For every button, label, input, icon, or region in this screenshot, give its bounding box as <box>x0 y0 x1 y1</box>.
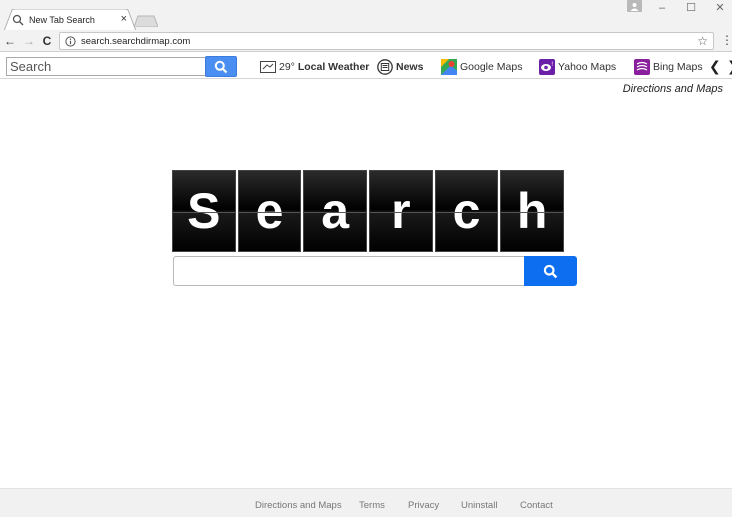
google-maps-icon <box>441 58 457 75</box>
search-logo: S e a r c h <box>172 170 565 252</box>
toolbar-google-maps[interactable]: Google Maps <box>441 57 522 76</box>
footer-link-contact[interactable]: Contact <box>520 500 553 511</box>
tab-title: New Tab Search <box>29 15 95 25</box>
logo-letter: e <box>255 183 284 239</box>
forward-button[interactable]: → <box>22 34 36 48</box>
reload-button[interactable]: C <box>40 34 54 48</box>
footer-link-directions[interactable]: Directions and Maps <box>255 500 342 511</box>
bing-maps-label: Bing Maps <box>653 60 703 73</box>
footer-link-uninstall[interactable]: Uninstall <box>461 500 497 511</box>
new-tab-button[interactable] <box>134 15 158 27</box>
news-icon <box>377 58 393 75</box>
weather-label: Local Weather <box>297 60 370 73</box>
logo-letter: a <box>321 183 350 239</box>
bing-maps-icon <box>634 58 650 75</box>
logo-letter: r <box>391 183 411 239</box>
browser-menu-icon[interactable]: ⋮ <box>721 33 732 47</box>
main-search-input[interactable] <box>173 256 525 286</box>
close-window-button[interactable]: ✕ <box>713 2 727 14</box>
google-maps-label: Google Maps <box>460 60 523 73</box>
svg-text:!: ! <box>551 61 553 68</box>
yahoo-maps-icon: ! <box>539 58 555 75</box>
weather-temp: 29° <box>279 60 295 73</box>
logo-letter: c <box>452 183 481 239</box>
main-search-button[interactable] <box>524 256 577 286</box>
toolbar-next-arrow-icon[interactable]: ❯ <box>727 58 732 75</box>
browser-titlebar: New Tab Search × – ☐ ✕ <box>0 0 732 31</box>
logo-tile: r <box>369 170 433 252</box>
browser-tab[interactable]: New Tab Search × <box>12 10 132 30</box>
tab-close-icon[interactable]: × <box>121 13 127 25</box>
footer-link-terms[interactable]: Terms <box>359 500 385 511</box>
toolbar-bing-maps[interactable]: Bing Maps <box>634 57 703 76</box>
toolbar-yahoo-maps[interactable]: ! Yahoo Maps <box>539 57 616 76</box>
toolbar-news[interactable]: News <box>377 57 423 76</box>
footer-link-privacy[interactable]: Privacy <box>408 500 439 511</box>
news-label: News <box>396 60 424 73</box>
logo-tile: S <box>172 170 236 252</box>
directions-and-maps-link[interactable]: Directions and Maps <box>623 83 723 95</box>
address-bar[interactable]: search.searchdirmap.com ☆ <box>59 32 714 50</box>
search-icon <box>12 14 24 26</box>
yahoo-maps-label: Yahoo Maps <box>558 60 617 73</box>
back-button[interactable]: ← <box>3 34 17 48</box>
logo-tile: h <box>500 170 565 252</box>
logo-letter: h <box>516 183 548 239</box>
toolbar-search-button[interactable] <box>205 56 237 77</box>
logo-tile: e <box>237 170 302 252</box>
search-icon <box>214 60 228 73</box>
info-icon[interactable] <box>65 35 76 47</box>
weather-icon <box>260 60 276 73</box>
bookmark-star-icon[interactable]: ☆ <box>697 34 708 48</box>
extension-toolbar: 29° Local Weather News Google Maps ! Yah… <box>0 53 732 79</box>
minimize-button[interactable]: – <box>655 2 669 14</box>
logo-letter: S <box>187 183 221 239</box>
logo-tile: a <box>303 170 368 252</box>
logo-tile: c <box>434 170 499 252</box>
toolbar-weather[interactable]: 29° Local Weather <box>260 57 369 76</box>
page-footer: Directions and Maps Terms Privacy Uninst… <box>0 488 732 517</box>
search-icon <box>543 264 558 278</box>
browser-navbar: ← → C search.searchdirmap.com ☆ ⋮ <box>0 30 732 52</box>
url-text: search.searchdirmap.com <box>81 35 191 47</box>
profile-icon[interactable] <box>627 0 642 12</box>
toolbar-search-input[interactable] <box>6 57 206 76</box>
maximize-button[interactable]: ☐ <box>684 2 698 14</box>
toolbar-prev-arrow-icon[interactable]: ❮ <box>709 58 721 75</box>
